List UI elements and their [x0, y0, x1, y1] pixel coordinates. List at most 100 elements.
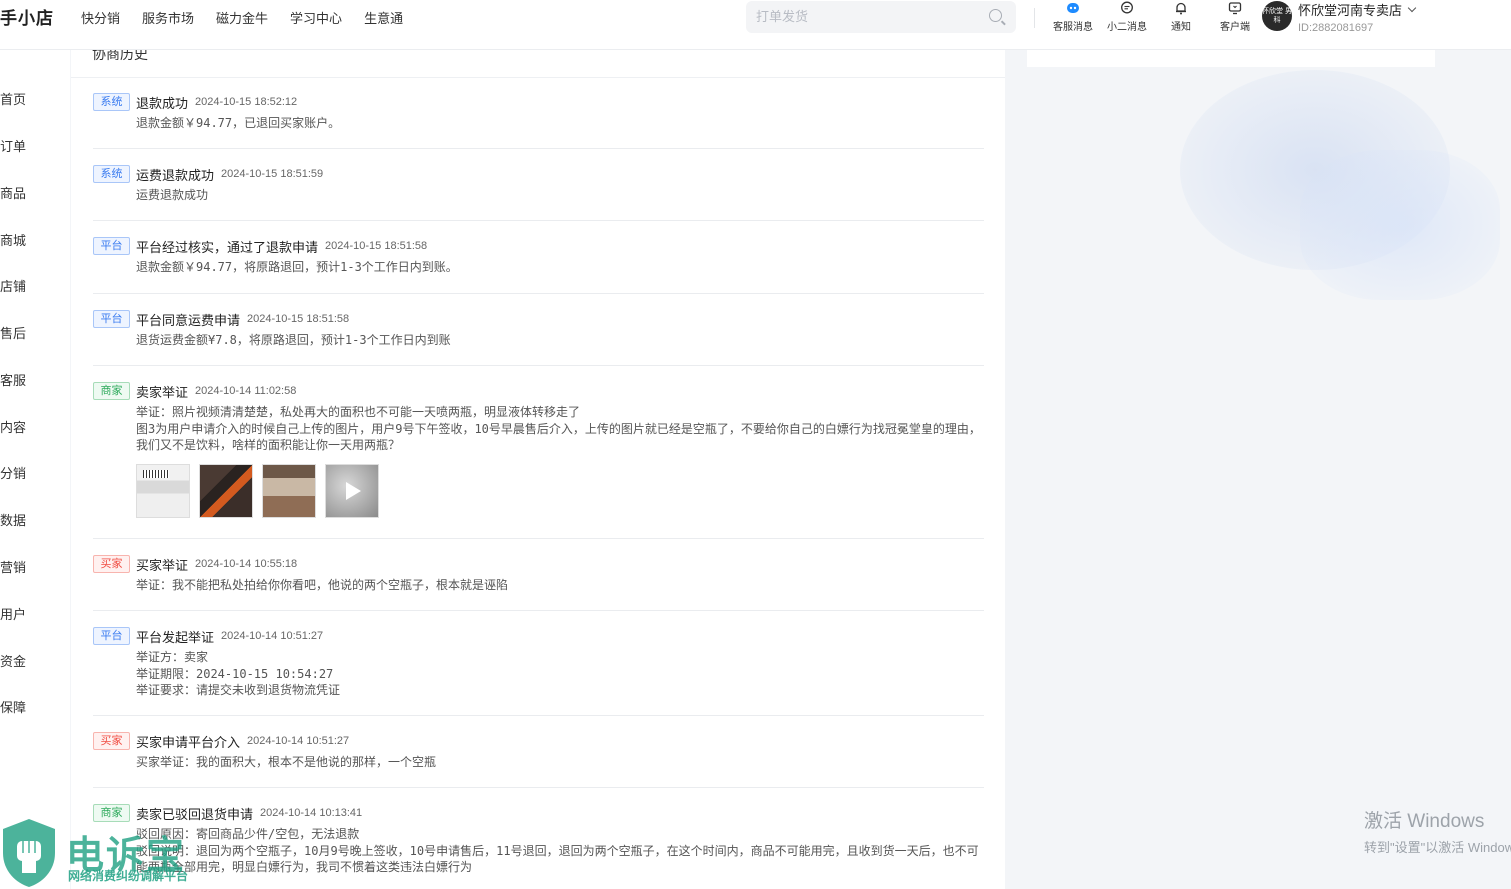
sidebar-item-aftersales[interactable]: 售后	[0, 323, 26, 342]
divider	[1034, 8, 1035, 28]
entry-time: 2024-10-14 10:55:18	[195, 558, 298, 570]
history-entry: 系统 退款成功 2024-10-15 18:52:12 退款金额￥94.77，已…	[93, 92, 984, 149]
sidebar-item-marketing[interactable]: 营销	[0, 557, 26, 576]
entry-title: 平台经过核实，通过了退款申请	[136, 239, 319, 255]
role-tag: 买家	[93, 555, 130, 573]
entry-detail: 举证：照片视频清清楚楚，私处再大的面积也不可能一天喷两瓶，明显液体转移走了	[136, 405, 581, 419]
entry-time: 2024-10-14 11:02:58	[195, 385, 297, 397]
entry-title: 卖家举证	[136, 384, 189, 400]
sidebar-item-store[interactable]: 店铺	[0, 276, 26, 295]
activation-hint: 转到"设置"以激活 Windows。	[1364, 840, 1511, 855]
shop-id: ID:2882081697	[1298, 22, 1374, 34]
search-input[interactable]	[746, 1, 966, 31]
entry-header: 平台 平台同意运费申请 2024-10-15 18:51:58	[93, 309, 984, 329]
shop-name: 怀欣堂河南专卖店	[1298, 3, 1403, 18]
xiaoer-messages-button[interactable]: 小二消息	[1104, 1, 1150, 33]
activation-title: 激活 Windows	[1364, 811, 1485, 832]
entry-header: 买家 买家举证 2024-10-14 10:55:18	[93, 554, 984, 574]
client-download-button[interactable]: 客户端	[1212, 1, 1258, 33]
entry-time: 2024-10-15 18:51:59	[221, 168, 324, 180]
watermark-logo: 电诉宝 网络消费纠纷调解平台	[0, 814, 215, 889]
history-entry: 平台 平台经过核实，通过了退款申请 2024-10-15 18:51:58 退款…	[93, 236, 984, 294]
role-tag: 买家	[93, 732, 130, 750]
entry-title: 退款成功	[136, 95, 189, 111]
background-decoration	[1300, 150, 1500, 300]
history-entry: 买家 买家申请平台介入 2024-10-14 10:51:27 买家举证：我的面…	[93, 731, 984, 788]
tool-label: 小二消息	[1107, 22, 1147, 33]
tool-label: 通知	[1171, 22, 1191, 33]
top-nav: 快分销 服务市场 磁力金牛 学习中心 生意通	[81, 8, 403, 27]
notifications-button[interactable]: 通知	[1158, 1, 1204, 33]
shield-fist-icon	[3, 819, 55, 887]
history-entry: 商家 卖家已驳回退货申请 2024-10-14 10:13:41 驳回原因：寄回…	[93, 803, 984, 889]
entry-header: 买家 买家申请平台介入 2024-10-14 10:51:27	[93, 731, 984, 751]
history-entry: 平台 平台发起举证 2024-10-14 10:51:27 举证方：卖家 举证期…	[93, 626, 984, 716]
evidence-video[interactable]	[325, 463, 379, 518]
entry-title: 买家举证	[136, 557, 189, 573]
bell-icon	[1174, 1, 1188, 15]
entry-header: 商家 卖家举证 2024-10-14 11:02:58	[93, 381, 984, 401]
role-tag: 平台	[93, 627, 130, 645]
evidence-image[interactable]	[262, 463, 316, 518]
nav-item-kuaifenxiao[interactable]: 快分销	[81, 8, 120, 27]
entry-detail: 退货运费金额¥7.8，将原路退回，预计1-3个工作日内到账	[136, 333, 451, 347]
entry-title: 买家申请平台介入	[136, 734, 241, 750]
top-bar: 手小店 快分销 服务市场 磁力金牛 学习中心 生意通 客服消息 小二消息 通知	[0, 0, 1511, 50]
entry-detail: 举证期限：2024-10-15 10:54:27	[136, 666, 334, 681]
sidebar-item-funds[interactable]: 资金	[0, 651, 26, 670]
sidebar-item-products[interactable]: 商品	[0, 183, 26, 202]
entry-time: 2024-10-14 10:51:27	[221, 630, 324, 642]
history-entry: 系统 运费退款成功 2024-10-15 18:51:59 运费退款成功	[93, 164, 984, 221]
customer-service-icon	[1066, 1, 1080, 15]
role-tag: 商家	[93, 382, 130, 400]
sidebar-item-orders[interactable]: 订单	[0, 136, 26, 155]
nav-item-learning-center[interactable]: 学习中心	[290, 8, 342, 27]
chevron-down-icon[interactable]	[1407, 3, 1417, 13]
avatar[interactable]: 怀欣堂 男科	[1262, 1, 1292, 31]
entry-time: 2024-10-15 18:52:12	[195, 96, 298, 108]
search-icon[interactable]	[989, 9, 1002, 22]
evidence-image[interactable]	[136, 463, 190, 518]
sidebar-item-home[interactable]: 首页	[0, 89, 26, 108]
chat-bubble-icon	[1120, 1, 1134, 15]
role-tag: 系统	[93, 165, 130, 183]
role-tag: 系统	[93, 93, 130, 111]
entry-detail: 运费退款成功	[136, 188, 209, 202]
nav-item-service-market[interactable]: 服务市场	[142, 8, 194, 27]
entry-time: 2024-10-14 10:13:41	[260, 807, 363, 819]
customer-service-messages-button[interactable]: 客服消息	[1050, 1, 1096, 33]
desktop-icon	[1228, 1, 1242, 15]
entry-detail: 举证：我不能把私处拍给你你看吧，他说的两个空瓶子，根本就是诬陷	[136, 578, 509, 592]
entry-header: 平台 平台经过核实，通过了退款申请 2024-10-15 18:51:58	[93, 236, 984, 256]
entry-detail: 退款金额￥94.77，已退回买家账户。	[136, 116, 341, 130]
entry-detail: 举证要求：请提交未收到退货物流凭证	[136, 683, 341, 697]
entry-detail: 买家举证：我的面积大，根本不是他说的那样，一个空瓶	[136, 755, 437, 769]
user-menu[interactable]: 怀欣堂 男科 怀欣堂河南专卖店 ID:2882081697	[1262, 0, 1417, 34]
history-entry: 买家 买家举证 2024-10-14 10:55:18 举证：我不能把私处拍给你…	[93, 554, 984, 611]
sidebar: 首页 订单 商品 商城 店铺 售后 客服 内容 分销 数据 营销 用户 资金 保…	[0, 50, 70, 889]
sidebar-item-content[interactable]: 内容	[0, 417, 26, 436]
entry-header: 商家 卖家已驳回退货申请 2024-10-14 10:13:41	[93, 803, 984, 823]
windows-activation-notice: 激活 Windows 转到"设置"以激活 Windows。	[1364, 806, 1511, 856]
watermark-subtitle: 网络消费纠纷调解平台	[68, 869, 189, 883]
nav-item-shengyitong[interactable]: 生意通	[364, 8, 403, 27]
user-info: 怀欣堂河南专卖店 ID:2882081697	[1298, 0, 1417, 34]
sidebar-item-mall[interactable]: 商城	[0, 230, 26, 249]
sidebar-item-data[interactable]: 数据	[0, 510, 26, 529]
negotiation-history-panel: 协商历史 系统 退款成功 2024-10-15 18:52:12 退款金额￥94…	[71, 38, 1005, 889]
play-icon[interactable]	[346, 481, 361, 500]
entry-header: 平台 平台发起举证 2024-10-14 10:51:27	[93, 626, 984, 646]
entry-title: 平台发起举证	[136, 629, 215, 645]
sidebar-item-distribution[interactable]: 分销	[0, 463, 26, 482]
nav-item-magnetic-jinniu[interactable]: 磁力金牛	[216, 8, 268, 27]
shop-name-row[interactable]: 怀欣堂河南专卖店	[1298, 0, 1417, 19]
sidebar-item-guarantee[interactable]: 保障	[0, 697, 26, 716]
sidebar-item-users[interactable]: 用户	[0, 604, 26, 623]
sidebar-item-customer-service[interactable]: 客服	[0, 370, 26, 389]
entry-detail: 退款金额￥94.77，将原路退回，预计1-3个工作日内到账。	[136, 260, 458, 274]
evidence-image[interactable]	[199, 463, 253, 518]
role-tag: 平台	[93, 237, 130, 255]
app-logo[interactable]: 手小店	[0, 4, 54, 29]
history-entry: 商家 卖家举证 2024-10-14 11:02:58 举证：照片视频清清楚楚，…	[93, 381, 984, 539]
entry-time: 2024-10-14 10:51:27	[247, 735, 350, 747]
